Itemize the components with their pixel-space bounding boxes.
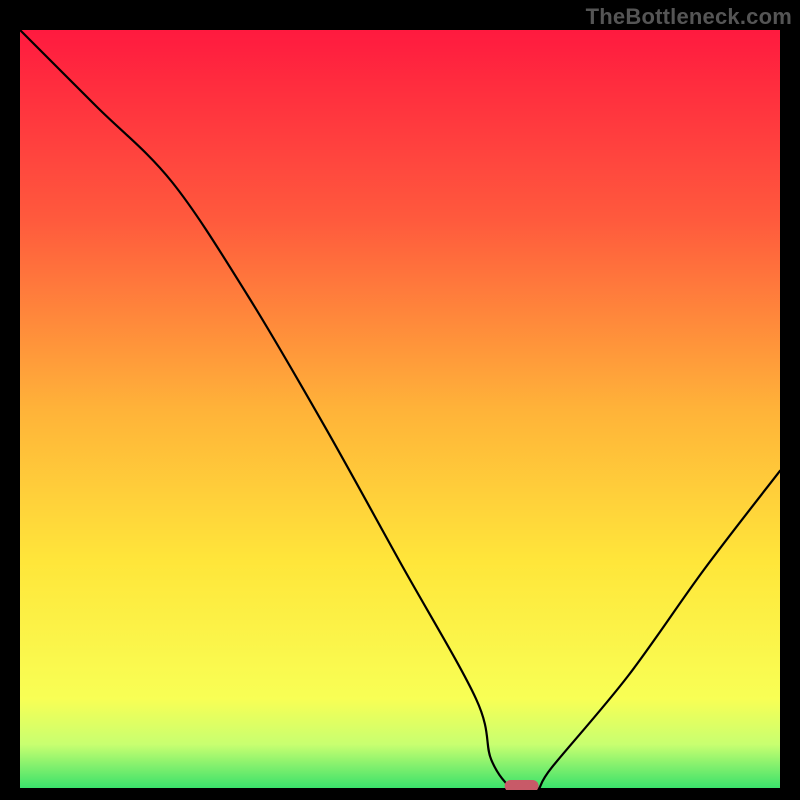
marker-layer (505, 780, 539, 790)
gradient-background (20, 30, 780, 790)
chart-container: TheBottleneck.com (0, 0, 800, 800)
current-point-marker (505, 780, 539, 790)
chart-svg (20, 30, 780, 790)
v-curve-chart (20, 30, 780, 790)
watermark-text: TheBottleneck.com (586, 4, 792, 30)
